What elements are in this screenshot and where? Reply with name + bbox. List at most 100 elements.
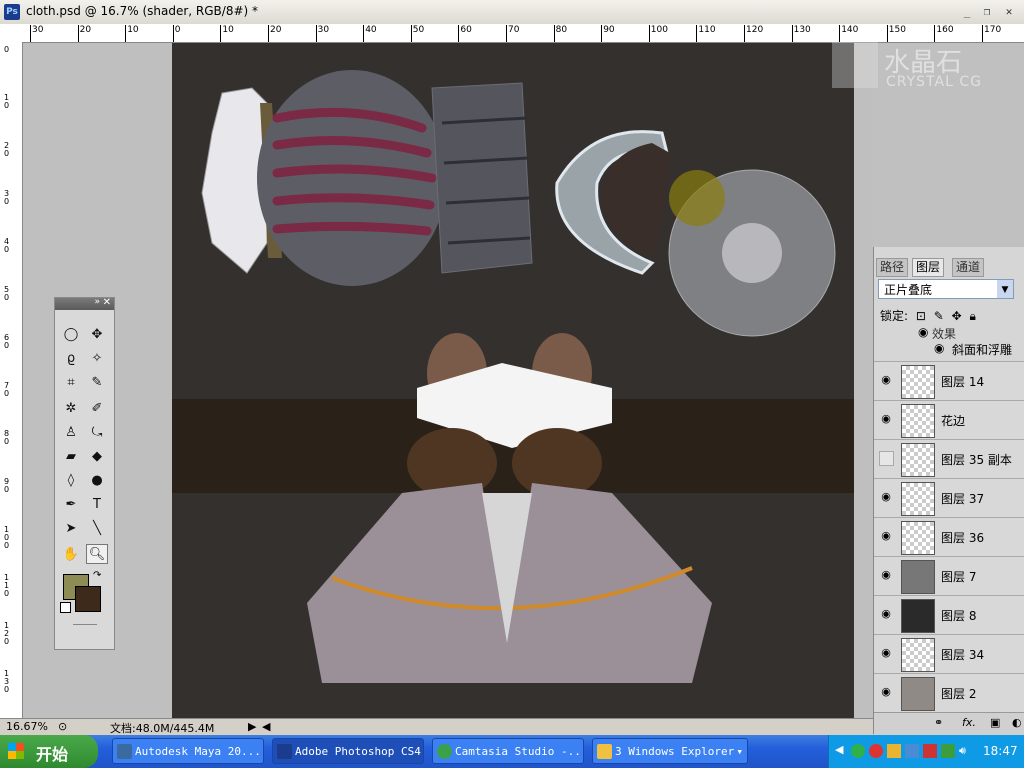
ruler-vertical[interactable]: 0 10 20 30 40 50 60 70 80 90 100 110 120 130 (0, 42, 23, 718)
add-mask-icon[interactable]: ▣ (990, 716, 1000, 729)
history-brush-tool-icon[interactable]: ⤿ (86, 422, 108, 442)
taskbar-item-photoshop[interactable]: Adobe Photoshop CS4 (272, 738, 424, 764)
move-tool-icon[interactable]: ✥ (86, 324, 108, 344)
eyedropper-tool-icon[interactable]: ✎ (86, 372, 108, 392)
swap-colors-icon[interactable]: ↷ (93, 570, 101, 581)
crop-tool-icon[interactable]: ⌗ (60, 372, 82, 392)
zoom-tool-icon[interactable]: 🔍︎ (86, 544, 108, 564)
hand-tool-icon[interactable]: ✋ (60, 544, 82, 564)
taskbar-item-camtasia[interactable]: Camtasia Studio -... (432, 738, 584, 764)
layer-row[interactable]: ◉ 图层 37 (874, 478, 1024, 517)
lock-all-icon[interactable]: 🔒︎ (970, 309, 976, 323)
lock-position-icon[interactable]: ✥ (952, 309, 962, 323)
eye-icon[interactable]: ◉ (877, 644, 895, 662)
visibility-off-box[interactable] (879, 451, 894, 466)
document-title: cloth.psd @ 16.7% (shader, RGB/8#) * (26, 4, 259, 18)
eye-icon[interactable]: ◉ (877, 371, 895, 389)
effects-eye-icon[interactable]: ◉ (918, 325, 928, 339)
layer-row[interactable]: ◉ 图层 36 (874, 517, 1024, 556)
tray-security-icon[interactable] (887, 744, 901, 758)
restore-icon[interactable]: ❐ (980, 5, 994, 19)
lasso-tool-icon[interactable]: ϱ (60, 348, 82, 368)
zoom-level[interactable]: 16.67% (6, 720, 48, 733)
ruler-label: 10 (127, 25, 139, 35)
bevel-emboss-row[interactable]: ◉ 斜面和浮雕 (874, 341, 1024, 359)
eye-icon[interactable]: ◉ (877, 527, 895, 545)
tray-shield-icon[interactable] (923, 744, 937, 758)
ruler-label: 50 (4, 285, 10, 302)
layer-name: 图层 35 副本 (941, 453, 1012, 467)
eye-icon[interactable]: ◉ (877, 410, 895, 428)
tab-channels[interactable]: 通道 (952, 258, 985, 277)
scroll-left-icon[interactable]: ◀ (262, 720, 270, 733)
pen-tool-icon[interactable]: ✒ (60, 494, 82, 514)
tray-display-icon[interactable] (905, 744, 919, 758)
eye-icon[interactable]: ◉ (877, 605, 895, 623)
line-tool-icon[interactable]: ╲ (86, 518, 108, 538)
fx-button[interactable]: fx. (962, 716, 976, 729)
ruler-origin[interactable] (0, 24, 23, 43)
blend-mode-select[interactable]: 正片叠底 ▼ (878, 279, 1014, 299)
ruler-horizontal[interactable]: 30 20 10 0 10 20 30 40 50 60 70 80 90 100 110 120 130 140… (22, 24, 1024, 43)
divider (73, 624, 97, 625)
lock-transparent-icon[interactable]: ⊡ (916, 309, 926, 323)
type-tool-icon[interactable]: T (86, 494, 108, 514)
tray-network-icon[interactable] (851, 744, 865, 758)
layer-row[interactable]: ◉ 图层 34 (874, 634, 1024, 673)
layer-name: 图层 8 (941, 609, 977, 623)
tab-paths[interactable]: 路径 (876, 258, 909, 277)
path-selection-tool-icon[interactable]: ➤ (60, 518, 82, 538)
layer-row[interactable]: ◉ 花边 (874, 400, 1024, 439)
tray-app-icon[interactable] (869, 744, 883, 758)
taskbar-item-explorer[interactable]: 3 Windows Explorer ▾ (592, 738, 748, 764)
layer-row[interactable]: ◉ 图层 14 (874, 361, 1024, 400)
collapse-icon[interactable]: » (94, 297, 100, 307)
chevron-down-icon[interactable]: ▾ (736, 739, 743, 763)
background-color-swatch[interactable] (75, 586, 101, 612)
ruler-label: 0 (174, 25, 181, 35)
brush-tool-icon[interactable]: ✐ (86, 398, 108, 418)
ruler-label: 120 (746, 25, 764, 35)
status-arrow-icon[interactable]: ▶ (248, 720, 256, 733)
canvas-workspace[interactable] (23, 43, 873, 718)
taskbar-item-maya[interactable]: Autodesk Maya 20... (112, 738, 264, 764)
tab-layers[interactable]: 图层 (912, 258, 945, 277)
tray-expand-icon[interactable]: ◀ (835, 743, 843, 756)
link-layers-icon[interactable]: ⚭ (934, 716, 943, 729)
ruler-label: 60 (4, 333, 10, 350)
blur-tool-icon[interactable]: ◊ (60, 470, 82, 490)
eye-icon[interactable]: ◉ (877, 566, 895, 584)
layer-row[interactable]: ◉ 图层 2 (874, 673, 1024, 712)
tools-panel-header[interactable]: » ✕ (55, 297, 114, 310)
dodge-tool-icon[interactable]: ● (86, 470, 108, 490)
tray-update-icon[interactable] (941, 744, 955, 758)
default-colors-icon[interactable] (60, 602, 71, 613)
ruler-tick (458, 25, 460, 42)
document-canvas[interactable] (172, 43, 854, 718)
ruler-tick (268, 25, 269, 42)
clone-stamp-tool-icon[interactable]: ♙ (60, 422, 82, 442)
tray-volume-icon[interactable]: 🔊︎ (959, 744, 973, 758)
lock-image-icon[interactable]: ✎ (934, 309, 944, 323)
healing-brush-tool-icon[interactable]: ✲ (60, 398, 82, 418)
effect-eye-icon[interactable]: ◉ (934, 341, 944, 355)
eraser-tool-icon[interactable]: ▰ (60, 446, 82, 466)
eye-icon[interactable]: ◉ (877, 488, 895, 506)
magic-wand-tool-icon[interactable]: ✧ (86, 348, 108, 368)
marquee-tool-icon[interactable]: ◯ (60, 324, 82, 344)
paint-bucket-tool-icon[interactable]: ◆ (86, 446, 108, 466)
start-button[interactable]: 开始 (0, 735, 98, 768)
layer-row[interactable]: ◉ 图层 8 (874, 595, 1024, 634)
minimize-icon[interactable]: _ (960, 5, 974, 19)
layer-row[interactable]: ◉ 图层 7 (874, 556, 1024, 595)
adjustment-layer-icon[interactable]: ◐ (1012, 716, 1022, 729)
close-icon[interactable]: ✕ (1002, 5, 1016, 19)
windows-taskbar: 开始 Autodesk Maya 20... Adobe Photoshop C… (0, 735, 1024, 768)
close-icon[interactable]: ✕ (103, 297, 111, 308)
eye-icon[interactable]: ◉ (877, 683, 895, 701)
ruler-tick (220, 25, 222, 42)
chevron-down-icon[interactable]: ▼ (997, 280, 1013, 298)
ruler-tick (172, 25, 174, 42)
layer-row[interactable]: 图层 35 副本 (874, 439, 1024, 478)
status-menu-icon[interactable]: ⊙ (58, 720, 67, 733)
